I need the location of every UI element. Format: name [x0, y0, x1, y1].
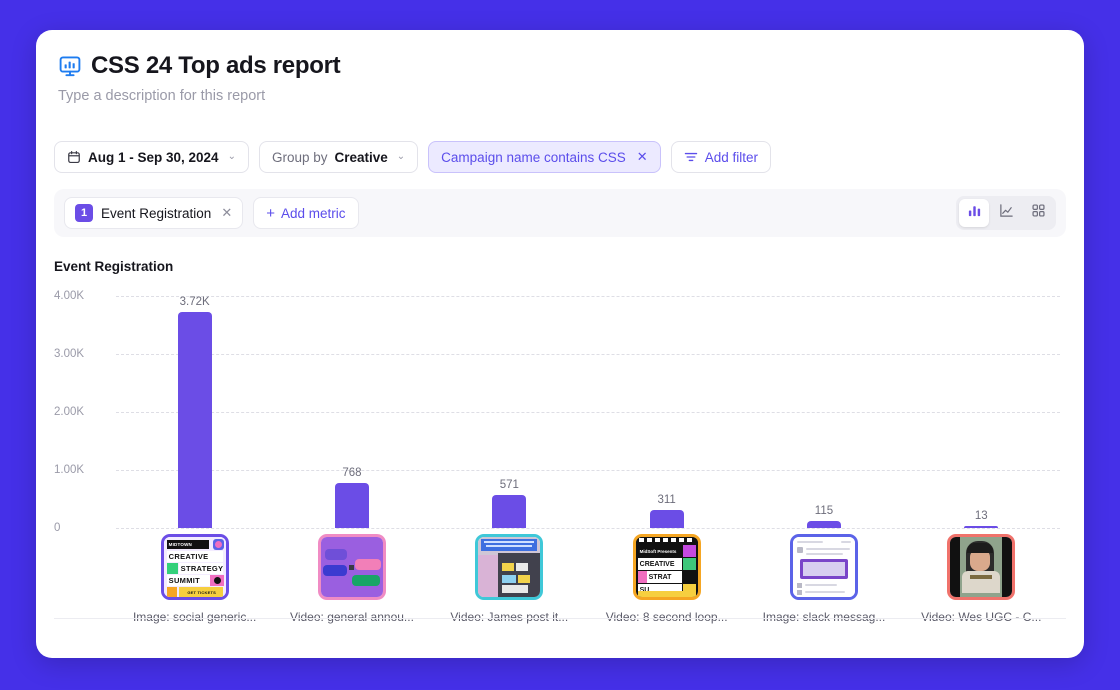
bar-column: 115: [745, 296, 902, 528]
x-axis-category-label: Video: Wes UGC - C...: [921, 610, 1042, 624]
bar[interactable]: [649, 509, 684, 528]
bar[interactable]: [492, 494, 527, 528]
wes-ugc-person-video-thumbnail[interactable]: [947, 534, 1016, 600]
bar[interactable]: [177, 312, 212, 528]
bar-value-label: 768: [342, 467, 362, 480]
category-column: Video: general annou...: [273, 534, 430, 624]
metric-index-badge: 1: [75, 204, 93, 222]
filter-bar: Aug 1 - Sep 30, 2024 ⌄ Group by Creative…: [36, 141, 1084, 173]
bar-column: 13: [903, 296, 1060, 528]
y-axis-tick-label: 3.00K: [54, 348, 85, 360]
x-axis-category-label: Image: social generic...: [132, 610, 257, 624]
y-axis-tick-label: 4.00K: [54, 290, 85, 302]
grid-icon: [1031, 203, 1046, 223]
metric-chip-label: Event Registration: [101, 205, 212, 221]
calendar-icon: [67, 150, 81, 164]
bar-value-label: 13: [974, 510, 988, 522]
bar[interactable]: [334, 483, 369, 528]
report-card: CSS 24 Top ads report Type a description…: [36, 30, 1084, 658]
plus-icon: +: [266, 204, 275, 222]
chart-title: Event Registration: [54, 259, 174, 274]
add-filter-button[interactable]: Add filter: [670, 141, 771, 173]
chevron-down-icon: ⌄: [396, 151, 406, 162]
chart-area: 4.00K 3.00K 2.00K 1.00K 0 3.72K 768 571 311 115 1…: [54, 288, 1066, 628]
category-column: Image: slack messag...: [745, 534, 902, 624]
bar-series: 3.72K 768 571 311 115 13: [116, 296, 1060, 528]
add-filter-label: Add filter: [704, 149, 758, 165]
bar-value-label: 3.72K: [179, 296, 210, 309]
line-chart-view-button[interactable]: [991, 199, 1021, 227]
bar-column: 3.72K: [116, 296, 273, 528]
x-axis-category-label: Video: 8 second loop...: [605, 610, 728, 624]
x-axis-category-label: Video: general annou...: [290, 610, 414, 624]
active-filter-chip[interactable]: Campaign name contains CSS ✕: [428, 141, 661, 173]
y-axis-tick-label: 0: [54, 522, 61, 534]
report-board-chart-icon: [58, 54, 82, 78]
x-axis-category-label: Image: slack messag...: [762, 610, 886, 624]
bar-column: 571: [431, 296, 588, 528]
date-range-selector[interactable]: Aug 1 - Sep 30, 2024 ⌄: [54, 141, 249, 173]
page-title: CSS 24 Top ads report: [91, 52, 341, 79]
bar[interactable]: [806, 521, 841, 528]
bar-column: 768: [273, 296, 430, 528]
chart-bottom-divider: [54, 618, 1066, 619]
category-column: Video: James post it...: [431, 534, 588, 624]
add-metric-button[interactable]: + Add metric: [253, 197, 359, 229]
group-by-prefix: Group by: [271, 149, 328, 165]
bar-value-label: 115: [814, 505, 834, 518]
chevron-down-icon: ⌄: [227, 151, 236, 162]
creative-strategy-summit-poster-thumbnail[interactable]: MIDTOWN CREATIVE STRATEGY SUMMIT GET TIC…: [160, 534, 229, 600]
purple-tags-announcement-thumbnail[interactable]: [317, 534, 386, 600]
date-range-label: Aug 1 - Sep 30, 2024: [88, 149, 219, 165]
metric-chip-event-registration[interactable]: 1 Event Registration ✕: [64, 197, 244, 229]
category-thumbnails: MIDTOWN CREATIVE STRATEGY SUMMIT GET TIC…: [116, 534, 1060, 624]
remove-metric-icon[interactable]: ✕: [221, 205, 232, 221]
category-column: MIDTOWN CREATIVE STRATEGY SUMMIT GET TIC…: [116, 534, 273, 624]
group-by-selector[interactable]: Group by Creative ⌄: [258, 141, 419, 173]
gridline: [116, 528, 1060, 529]
bar-value-label: 311: [657, 493, 676, 506]
bar-chart-view-button[interactable]: [959, 199, 989, 227]
title-row: CSS 24 Top ads report: [58, 52, 1084, 80]
y-axis-tick-label: 1.00K: [54, 464, 85, 476]
report-description-placeholder[interactable]: Type a description for this report: [58, 87, 1084, 105]
bar-column: 311: [588, 296, 745, 528]
metric-bar: 1 Event Registration ✕ + Add metric: [54, 189, 1066, 237]
filter-icon: [684, 151, 698, 163]
category-column: MidSoft Presents CREATIVE STRAT SU Video…: [588, 534, 745, 624]
grid-view-button[interactable]: [1023, 199, 1053, 227]
bar[interactable]: [964, 526, 999, 528]
james-post-it-notes-video-thumbnail[interactable]: [475, 534, 544, 600]
report-header: CSS 24 Top ads report Type a description…: [36, 30, 1084, 105]
view-toggle-group: [956, 196, 1056, 230]
y-axis-tick-label: 2.00K: [54, 406, 85, 418]
8-second-loop-filmstrip-thumbnail[interactable]: MidSoft Presents CREATIVE STRAT SU: [632, 534, 701, 600]
line-chart-icon: [999, 203, 1014, 223]
active-filter-label: Campaign name contains CSS: [441, 149, 626, 165]
x-axis-category-label: Video: James post it...: [450, 610, 569, 624]
category-column: Video: Wes UGC - C...: [903, 534, 1060, 624]
group-by-value: Creative: [334, 149, 388, 165]
bar-value-label: 571: [499, 478, 519, 491]
bar-chart-icon: [967, 203, 982, 223]
remove-filter-icon[interactable]: ✕: [637, 149, 648, 165]
add-metric-label: Add metric: [280, 205, 346, 221]
slack-message-screenshot-thumbnail[interactable]: [789, 534, 858, 600]
